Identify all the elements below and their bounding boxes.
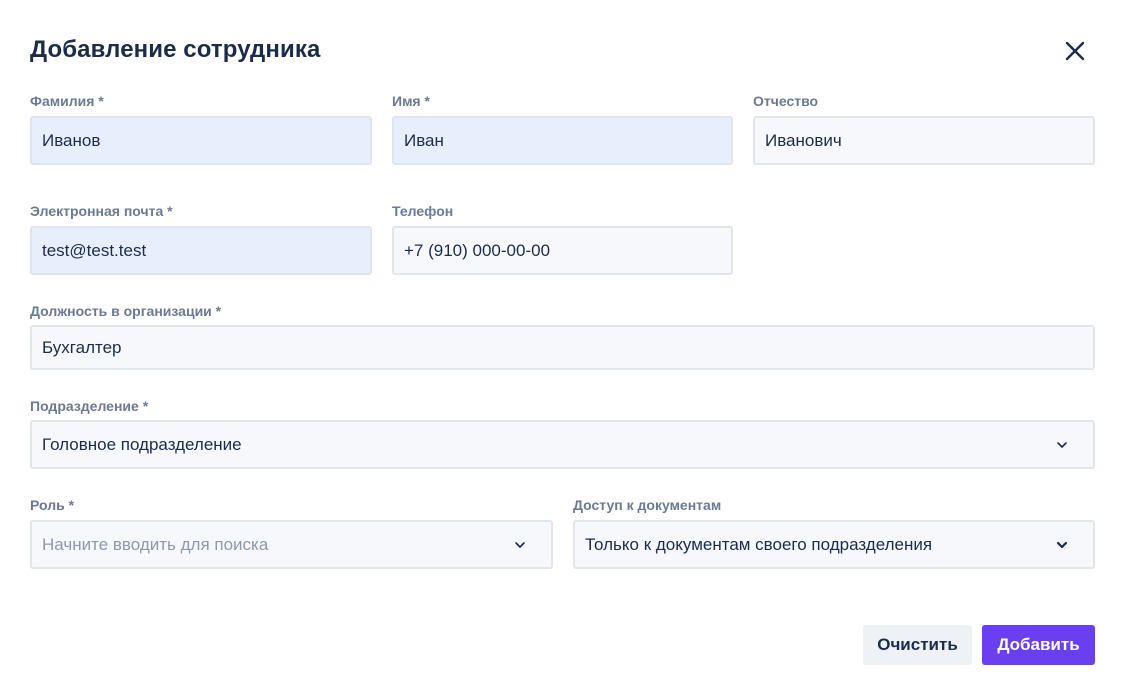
patronymic-value: Иванович: [765, 130, 842, 150]
chevron-down-icon: [1055, 438, 1069, 452]
first-name-group: Имя * Иван: [392, 92, 733, 165]
role-placeholder: Начните вводить для поиска: [42, 534, 269, 554]
phone-label: Телефон: [392, 203, 454, 219]
doc-access-select[interactable]: Только к документам своего подразделения: [573, 520, 1095, 569]
role-search-select[interactable]: Начните вводить для поиска: [30, 520, 553, 569]
close-button[interactable]: [1060, 36, 1090, 66]
first-name-input[interactable]: Иван: [392, 116, 733, 165]
email-group: Электронная почта * test@test.test: [30, 202, 372, 275]
last-name-input[interactable]: Иванов: [30, 116, 372, 165]
department-value: Головное подразделение: [42, 434, 242, 454]
patronymic-input[interactable]: Иванович: [753, 116, 1095, 165]
add-button[interactable]: Добавить: [982, 625, 1095, 665]
patronymic-label: Отчество: [753, 93, 819, 109]
last-name-group: Фамилия * Иванов: [30, 92, 372, 165]
role-group: Роль * Начните вводить для поиска: [30, 496, 553, 570]
position-input[interactable]: Бухгалтер: [30, 325, 1095, 370]
phone-group: Телефон +7 (910) 000-00-00: [392, 202, 733, 275]
chevron-down-icon: [1055, 538, 1069, 552]
role-label: Роль *: [30, 497, 75, 513]
department-label: Подразделение *: [30, 398, 149, 414]
last-name-label: Фамилия *: [30, 93, 104, 109]
position-value: Бухгалтер: [42, 337, 122, 357]
patronymic-group: Отчество Иванович: [753, 92, 1095, 165]
first-name-label: Имя *: [392, 93, 430, 109]
phone-value: +7 (910) 000-00-00: [404, 240, 551, 260]
department-group: Подразделение * Головное подразделение: [30, 397, 1095, 470]
email-value: test@test.test: [42, 240, 147, 260]
position-group: Должность в организации * Бухгалтер: [30, 302, 1095, 370]
chevron-down-icon: [513, 538, 527, 552]
email-field[interactable]: test@test.test: [30, 226, 372, 275]
doc-access-label: Доступ к документам: [573, 497, 722, 513]
add-employee-dialog: Добавление сотрудника Фамилия * Иванов И…: [0, 0, 1125, 695]
clear-button[interactable]: Очистить: [863, 625, 972, 665]
email-label: Электронная почта *: [30, 203, 173, 219]
last-name-value: Иванов: [42, 130, 101, 150]
dialog-title: Добавление сотрудника: [30, 36, 321, 63]
phone-input[interactable]: +7 (910) 000-00-00: [392, 226, 733, 275]
close-icon: [1065, 41, 1085, 61]
position-label: Должность в организации *: [30, 303, 222, 319]
doc-access-value: Только к документам своего подразделения: [585, 534, 933, 554]
first-name-value: Иван: [404, 130, 444, 150]
doc-access-group: Доступ к документам Только к документам …: [573, 496, 1095, 570]
department-select[interactable]: Головное подразделение: [30, 420, 1095, 469]
